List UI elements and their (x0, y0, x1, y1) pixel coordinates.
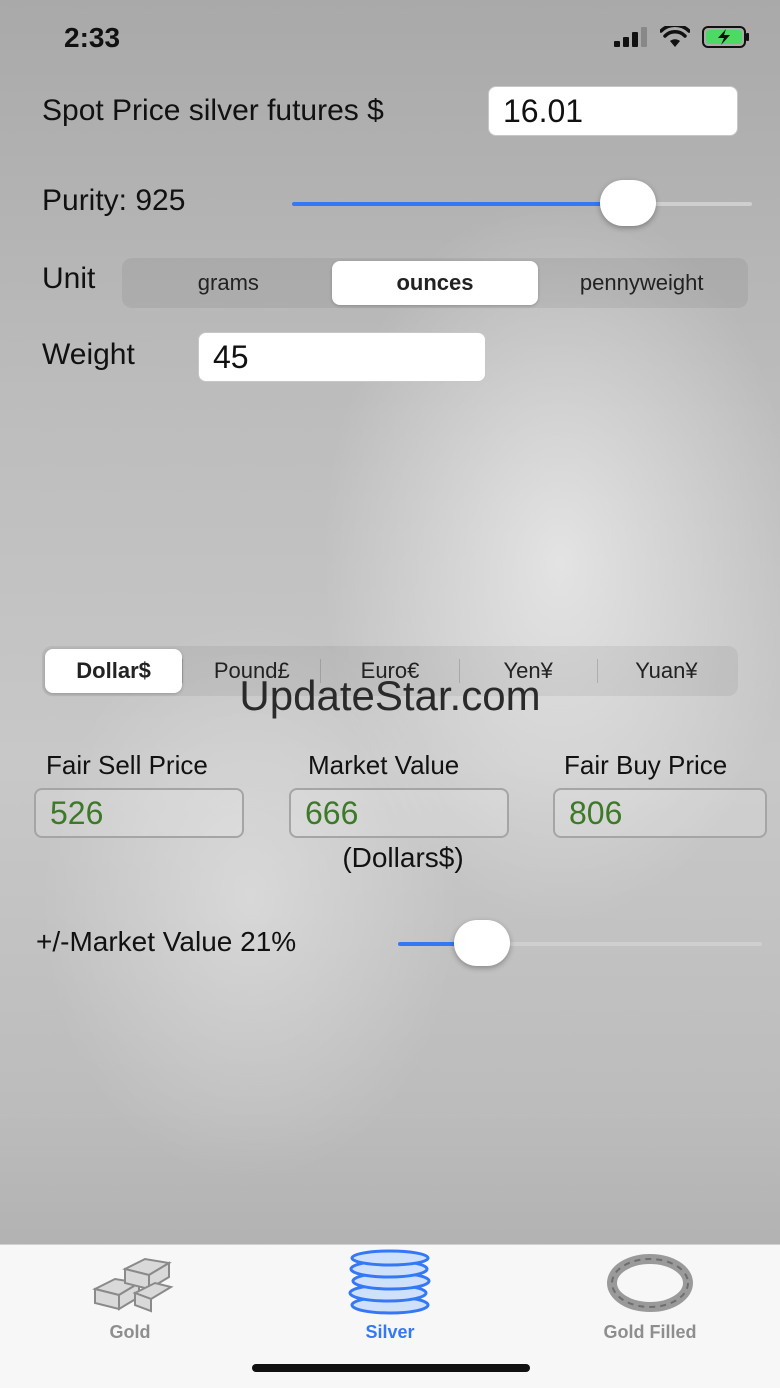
home-indicator (252, 1364, 530, 1372)
purity-slider-fill (292, 202, 628, 206)
market-value-label: Market Value (308, 750, 460, 780)
unit-option-1[interactable]: ounces (331, 261, 539, 305)
unit-option-2[interactable]: pennyweight (538, 261, 745, 305)
tab-silver[interactable]: Silver (300, 1245, 480, 1343)
fair-buy-label: Fair Buy Price (564, 750, 728, 780)
market-value-value: 666 (289, 788, 509, 838)
weight-label: Weight (42, 338, 135, 371)
cellular-signal-icon (614, 27, 647, 47)
margin-slider[interactable] (398, 920, 762, 968)
unit-segmented-control[interactable]: grams ounces pennyweight (122, 258, 748, 308)
spot-price-input[interactable]: 16.01 (488, 86, 738, 136)
margin-slider-thumb[interactable] (454, 920, 510, 966)
status-icons (614, 26, 750, 48)
spot-price-label: Spot Price silver futures $ (42, 94, 384, 127)
currency-note: (Dollars$) (342, 842, 464, 873)
purity-label: Purity: 925 (42, 184, 186, 217)
fair-sell-label: Fair Sell Price (46, 750, 208, 780)
tab-gold-label: Gold (109, 1322, 151, 1342)
watermark: UpdateStar.com (239, 672, 541, 719)
tab-gold-filled[interactable]: Gold Filled (560, 1245, 740, 1343)
purity-slider-thumb[interactable] (600, 180, 656, 226)
fair-sell-value: 526 (34, 788, 244, 838)
unit-label: Unit (42, 262, 96, 295)
wifi-icon (660, 26, 690, 47)
fair-buy-value: 806 (553, 788, 767, 838)
battery-charging-icon (702, 26, 749, 48)
tab-gold-filled-label: Gold Filled (603, 1322, 697, 1342)
weight-input[interactable]: 45 (198, 332, 486, 382)
purity-slider[interactable] (292, 180, 752, 228)
status-time: 2:33 (64, 22, 121, 53)
unit-option-0[interactable]: grams (125, 261, 332, 305)
tab-gold[interactable]: Gold (40, 1245, 220, 1343)
bracelet-icon (607, 1254, 693, 1312)
gold-bars-icon (92, 1257, 174, 1313)
tab-silver-label: Silver (365, 1322, 415, 1342)
silver-coins-icon (348, 1249, 431, 1315)
margin-label: +/-Market Value 21% (36, 926, 297, 957)
